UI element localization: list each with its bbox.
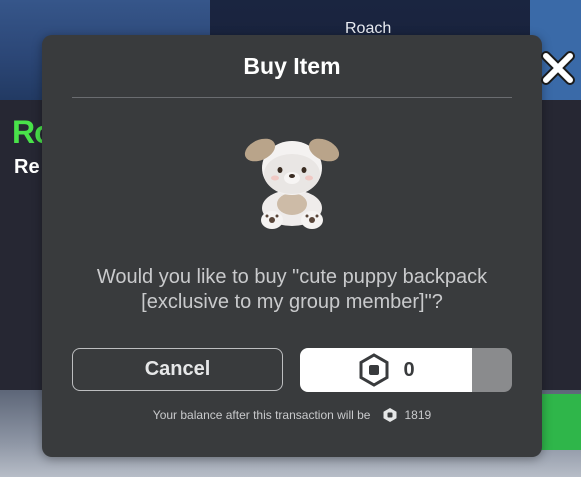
- buy-item-dialog: Buy Item Would you like to buy "cute pup…: [42, 35, 542, 457]
- robux-icon: [357, 353, 391, 387]
- purchase-question: Would you like to buy "cute puppy backpa…: [96, 266, 488, 313]
- buy-button-side: [472, 348, 512, 392]
- item-thumbnail: [238, 130, 346, 234]
- balance-label: Your balance after this transaction will…: [152, 408, 371, 422]
- balance-value: 1819: [404, 408, 432, 422]
- robux-icon-small: [382, 407, 398, 423]
- price-label: 0: [403, 358, 415, 381]
- close-icon: [538, 48, 578, 93]
- game-background-green-button: [540, 394, 581, 450]
- balance-info: Your balance after this transaction will…: [42, 407, 542, 423]
- buy-button[interactable]: 0: [300, 348, 512, 392]
- buy-button-main[interactable]: 0: [300, 348, 472, 392]
- close-button[interactable]: [537, 49, 579, 91]
- dialog-title: Buy Item: [243, 53, 341, 79]
- background-subtitle-text: Re: [14, 156, 40, 178]
- cancel-button[interactable]: Cancel: [72, 348, 283, 391]
- title-divider: [72, 97, 512, 98]
